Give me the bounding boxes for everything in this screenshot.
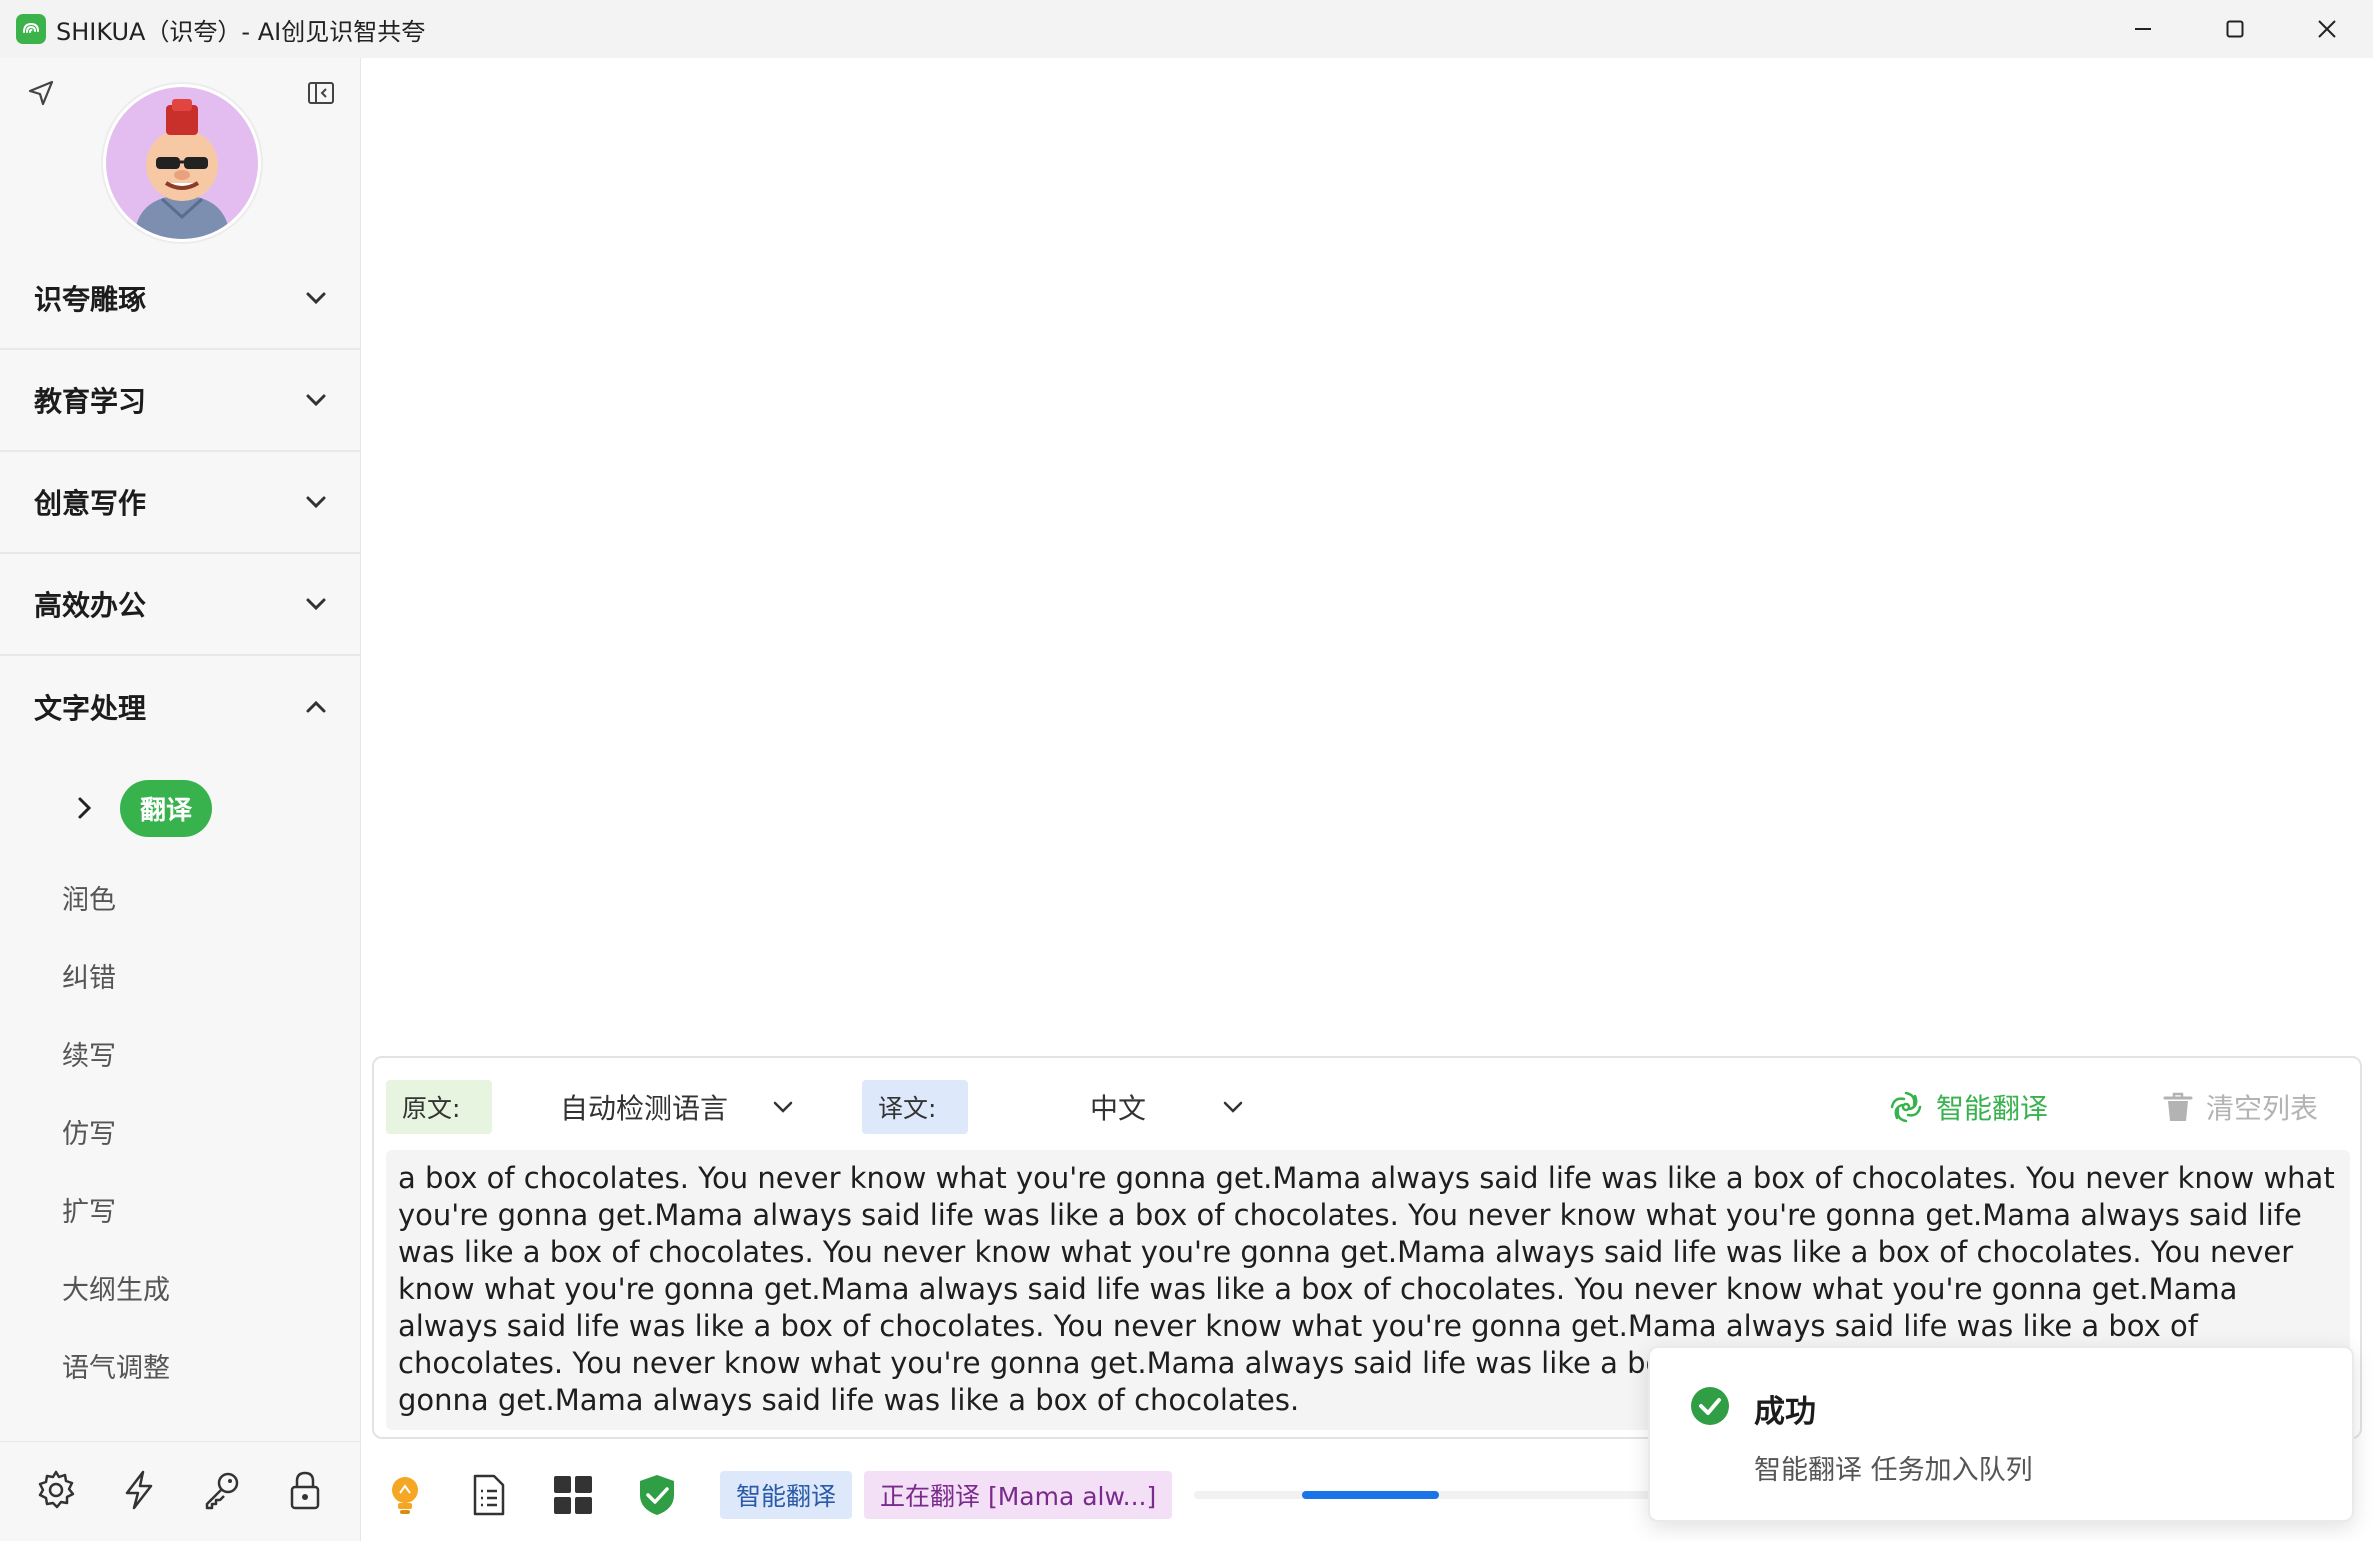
- grid-icon[interactable]: [552, 1474, 594, 1516]
- progress-tag: 正在翻译 [Mama alw...]: [864, 1470, 1173, 1519]
- sidebar-item-continue[interactable]: 续写: [0, 1014, 360, 1092]
- source-language-select[interactable]: 自动检测语言: [560, 1080, 796, 1134]
- menu-group-label: 教育学习: [34, 385, 147, 418]
- shield-check-icon[interactable]: [636, 1474, 678, 1516]
- progress-fill: [1302, 1490, 1440, 1499]
- smart-translate-button[interactable]: 智能翻译: [1886, 1080, 2048, 1134]
- clear-list-label: 清空列表: [2206, 1092, 2319, 1125]
- menu-group-label: 文字处理: [34, 692, 147, 725]
- gear-icon[interactable]: [34, 1468, 78, 1516]
- menu-group-office[interactable]: 高效办公: [0, 554, 360, 656]
- menu-group-creative-writing[interactable]: 创意写作: [0, 452, 360, 554]
- ai-swirl-icon: [1890, 1091, 1922, 1123]
- sidebar-item-proofread[interactable]: 纠错: [0, 936, 360, 1014]
- chevron-down-icon: [306, 496, 326, 509]
- minimize-button[interactable]: [2097, 0, 2189, 58]
- avatar[interactable]: [103, 84, 261, 242]
- main-content: 原文: 自动检测语言 译文: 中文 智能翻译 清空列表 a box of cho…: [362, 58, 2373, 1541]
- window-controls: [2097, 0, 2373, 58]
- document-icon[interactable]: [468, 1474, 510, 1516]
- lock-icon[interactable]: [283, 1468, 327, 1516]
- success-check-icon: [1690, 1386, 1730, 1430]
- clear-list-button[interactable]: 清空列表: [2160, 1080, 2318, 1134]
- smart-translate-label: 智能翻译: [1936, 1092, 2049, 1125]
- sidebar-item-expand[interactable]: 扩写: [0, 1170, 360, 1248]
- toast-message: 智能翻译 任务加入队列: [1754, 1455, 2033, 1486]
- progress-bar: [1194, 1490, 1685, 1499]
- menu-group-label: 识夸雕琢: [34, 283, 147, 316]
- target-language-value: 中文: [1090, 1092, 1147, 1125]
- key-icon[interactable]: [200, 1468, 244, 1516]
- bulb-icon[interactable]: [384, 1474, 426, 1516]
- target-label: 译文:: [862, 1080, 968, 1134]
- chevron-down-icon: [306, 292, 326, 305]
- sidebar-item-outline[interactable]: 大纲生成: [0, 1248, 360, 1326]
- collapse-sidebar-icon[interactable]: [306, 78, 336, 112]
- chevron-right-icon: [78, 797, 92, 819]
- close-icon: [2318, 20, 2336, 38]
- chevron-down-icon: [306, 394, 326, 407]
- chevron-down-icon: [306, 598, 326, 611]
- sidebar-header: [0, 58, 360, 248]
- mode-tag: 智能翻译: [720, 1470, 853, 1519]
- menu-group-shikua-polish[interactable]: 识夸雕琢: [0, 248, 360, 350]
- sidebar-footer: [0, 1441, 361, 1541]
- trash-icon: [2163, 1092, 2193, 1121]
- source-label: 原文:: [386, 1080, 492, 1134]
- menu-group-label: 创意写作: [34, 487, 147, 520]
- menu-group-education[interactable]: 教育学习: [0, 350, 360, 452]
- toast-title: 成功: [1754, 1394, 1816, 1430]
- active-item-pill: 翻译: [120, 779, 213, 837]
- translate-toolbar: 原文: 自动检测语言 译文: 中文 智能翻译 清空列表: [374, 1058, 2360, 1150]
- maximize-icon: [2226, 20, 2244, 38]
- success-toast: 成功 智能翻译 任务加入队列: [1648, 1346, 2354, 1522]
- minimize-icon: [2135, 28, 2151, 30]
- source-language-value: 自动检测语言: [560, 1092, 729, 1125]
- menu-group-text-processing[interactable]: 文字处理: [0, 656, 360, 758]
- chevron-down-icon: [773, 1101, 793, 1113]
- close-button[interactable]: [2281, 0, 2373, 58]
- sidebar-item-polish[interactable]: 润色: [0, 858, 360, 936]
- send-icon[interactable]: [26, 78, 56, 112]
- sidebar-item-tone[interactable]: 语气调整: [0, 1326, 360, 1404]
- sidebar-item-translate[interactable]: 翻译: [0, 758, 360, 858]
- sidebar: 识夸雕琢 教育学习 创意写作 高效办公 文字处理 翻译 润色 纠错 续写 仿写 …: [0, 58, 361, 1541]
- chevron-up-icon: [306, 700, 326, 713]
- window-title: SHIKUA（识夸）- AI创见识智共夸: [56, 17, 426, 46]
- menu-group-label: 高效办公: [34, 589, 147, 622]
- app-logo-icon: [16, 14, 46, 44]
- lightning-icon[interactable]: [117, 1468, 161, 1516]
- maximize-button[interactable]: [2189, 0, 2281, 58]
- chevron-down-icon: [1223, 1101, 1243, 1113]
- title-bar: SHIKUA（识夸）- AI创见识智共夸: [0, 0, 2373, 58]
- sidebar-item-imitate[interactable]: 仿写: [0, 1092, 360, 1170]
- target-language-select[interactable]: 中文: [1090, 1080, 1246, 1134]
